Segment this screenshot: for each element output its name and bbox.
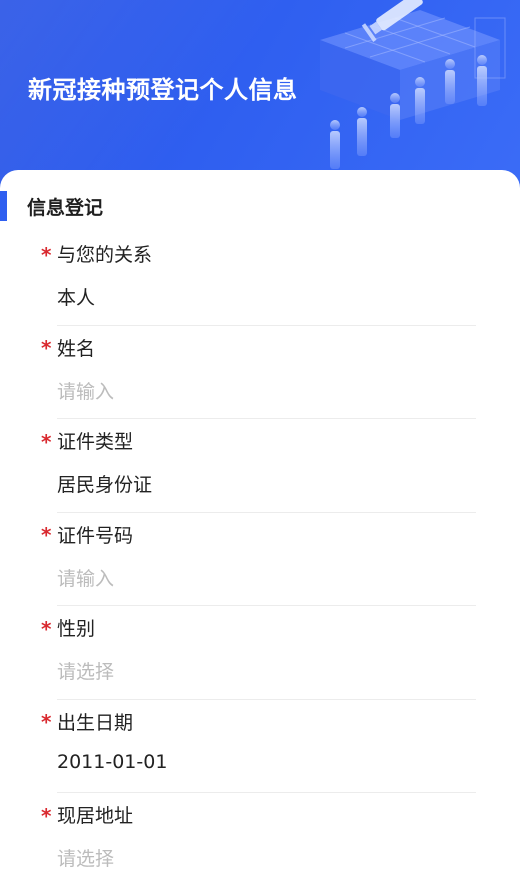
form-list: * 与您的关系 本人 * 姓名 请输入 * 证件类型 居民身份证 * 证件号码 …: [0, 232, 520, 887]
field-label-line: * 证件类型: [41, 427, 133, 454]
required-mark: *: [41, 336, 52, 360]
required-mark: *: [41, 242, 52, 267]
field-label-line: * 证件号码: [41, 521, 133, 548]
gender-select[interactable]: 请选择: [57, 657, 114, 684]
section-header: 信息登记: [0, 190, 103, 222]
page: 新冠接种预登记个人信息 信息登记 * 与您的关系 本人 * 姓名 请输入 * 证…: [0, 0, 520, 892]
field-label-line: * 性别: [41, 614, 95, 641]
address-label: 现居地址: [57, 805, 134, 827]
name-field[interactable]: * 姓名 请输入: [0, 326, 520, 419]
birth-date-field[interactable]: * 出生日期 2011-01-01: [0, 700, 520, 793]
field-label-line: * 姓名: [41, 334, 95, 361]
field-label-line: * 现居地址: [41, 801, 133, 828]
birth-date-picker[interactable]: 2011-01-01: [57, 751, 167, 773]
relationship-label: 与您的关系: [57, 244, 153, 266]
gender-label: 性别: [57, 618, 96, 640]
id-type-select[interactable]: 居民身份证: [57, 470, 152, 497]
id-type-label: 证件类型: [57, 431, 134, 453]
required-mark: *: [41, 803, 52, 828]
page-title: 新冠接种预登记个人信息: [28, 76, 298, 104]
address-select[interactable]: 请选择: [57, 844, 114, 871]
field-label-line: * 与您的关系: [41, 240, 152, 267]
id-number-label: 证件号码: [57, 524, 134, 547]
gender-field[interactable]: * 性别 请选择: [0, 606, 520, 700]
birth-date-label: 出生日期: [57, 711, 134, 734]
address-field[interactable]: * 现居地址 请选择: [0, 793, 520, 887]
required-mark: *: [41, 523, 52, 547]
form-card: 信息登记 * 与您的关系 本人 * 姓名 请输入 * 证件类型 居民身份证 * …: [0, 170, 520, 892]
section-title: 信息登记: [27, 196, 104, 219]
section-accent-bar: [0, 191, 7, 221]
name-label: 姓名: [57, 337, 96, 360]
relationship-value[interactable]: 本人: [57, 283, 95, 310]
name-input[interactable]: 请输入: [57, 377, 114, 404]
id-number-field[interactable]: * 证件号码 请输入: [0, 513, 520, 606]
required-mark: *: [41, 616, 52, 641]
vaccination-illustration: [320, 0, 506, 169]
required-mark: *: [41, 710, 52, 734]
id-number-input[interactable]: 请输入: [57, 564, 114, 591]
required-mark: *: [41, 429, 52, 454]
id-type-field[interactable]: * 证件类型 居民身份证: [0, 419, 520, 513]
relationship-field[interactable]: * 与您的关系 本人: [0, 232, 520, 326]
field-label-line: * 出生日期: [41, 708, 133, 735]
